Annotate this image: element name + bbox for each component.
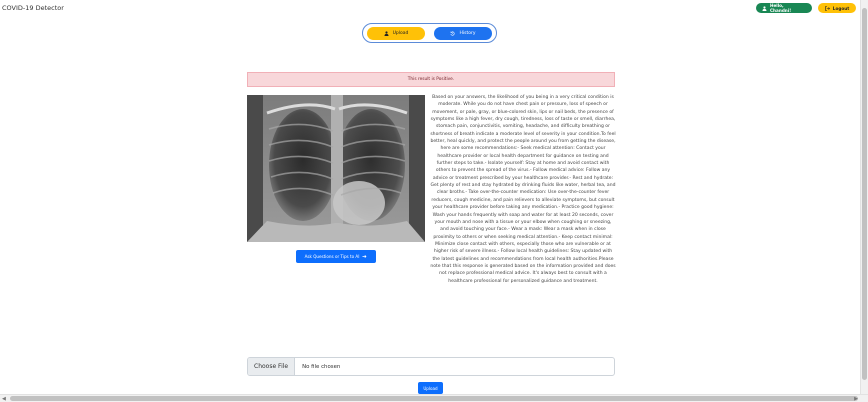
page: COVID-19 Detector Hello, Chandni! Logout — [0, 0, 868, 402]
user-icon — [762, 5, 767, 11]
upload-tab-label: Upload — [392, 30, 409, 36]
horizontal-scrollbar[interactable]: ◀ ▶ — [0, 394, 868, 402]
ai-response-text: Based on your answers, the likelihood of… — [430, 95, 616, 284]
xray-graphic — [247, 95, 425, 242]
choose-file-button[interactable]: Choose File — [248, 358, 296, 375]
navbar: COVID-19 Detector Hello, Chandni! Logout — [0, 0, 860, 16]
vertical-scrollbar-thumb[interactable] — [862, 8, 867, 380]
horizontal-scrollbar-thumb[interactable] — [10, 396, 858, 401]
brand-title[interactable]: COVID-19 Detector — [2, 4, 64, 12]
upload-tab-button[interactable]: Upload — [367, 26, 425, 40]
file-input[interactable]: Choose File No file chosen — [247, 357, 615, 376]
user-icon — [384, 30, 389, 36]
chest-xray-image — [247, 95, 425, 242]
logout-label: Logout — [832, 5, 850, 11]
result-alert: This result is Positive. — [247, 72, 615, 87]
upload-submit-button[interactable]: Upload — [418, 382, 443, 394]
history-tab-button[interactable]: History — [434, 26, 492, 40]
arrow-right-icon — [362, 255, 367, 258]
file-status-text: No file chosen — [302, 363, 341, 370]
scroll-left-icon[interactable]: ◀ — [2, 395, 6, 402]
history-tab-label: History — [459, 30, 476, 36]
user-greeting-label: Hello, Chandni! — [769, 3, 792, 13]
result-alert-text: This result is Positive. — [407, 77, 455, 82]
scroll-right-icon[interactable]: ▶ — [854, 395, 858, 402]
view-toggle-group: Upload History — [362, 23, 497, 43]
ask-ai-label: Ask Questions or Tips to AI — [304, 254, 360, 259]
nav-actions: Hello, Chandni! Logout — [756, 3, 856, 13]
vertical-scrollbar[interactable] — [860, 0, 868, 394]
history-icon — [450, 31, 455, 36]
user-greeting-button[interactable]: Hello, Chandni! — [756, 3, 812, 13]
ask-ai-button[interactable]: Ask Questions or Tips to AI — [296, 250, 376, 263]
logout-icon — [824, 5, 830, 11]
logout-button[interactable]: Logout — [818, 3, 856, 13]
